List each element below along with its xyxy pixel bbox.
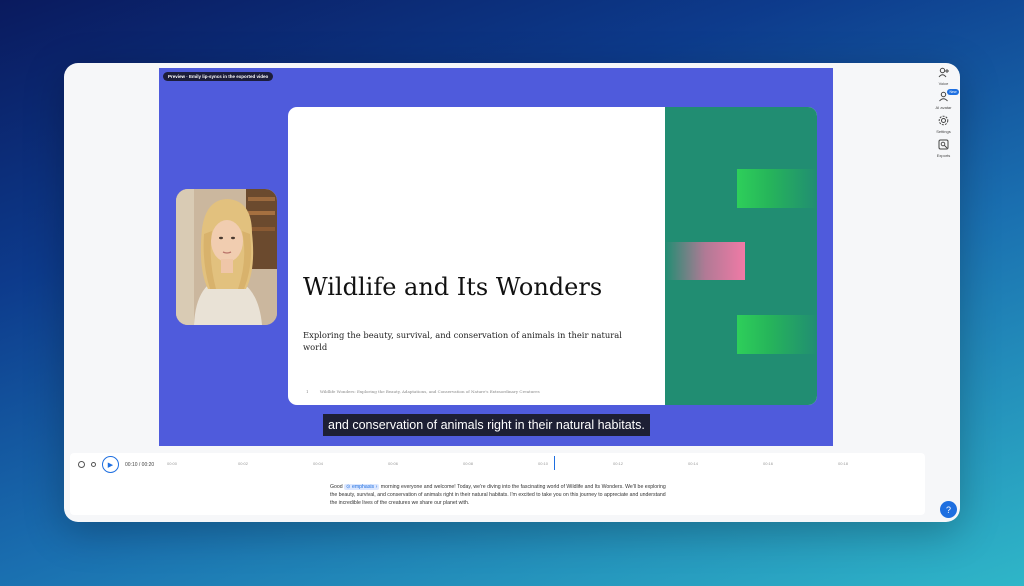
exports-label: Exports (936, 153, 951, 158)
slide-footer-text: Wildlife Wonders: Exploring the Beauty, … (319, 389, 540, 394)
presentation-slide[interactable]: Wildlife and Its Wonders Exploring the b… (288, 107, 817, 405)
clock-icon[interactable] (78, 461, 85, 468)
play-button[interactable]: ▶ (102, 456, 119, 473)
help-button[interactable]: ? (940, 501, 957, 518)
ai-avatar-label: AI avatar (935, 105, 952, 110)
editor-window: Preview · Emily lip-syncs in the exporte… (64, 63, 960, 522)
subtitle-caption: and conservation of animals right in the… (323, 414, 650, 436)
slide-number: 1 (306, 389, 309, 394)
timeline-tick: 00:06 (388, 461, 399, 466)
timeline-tick: 00:12 (613, 461, 624, 466)
ai-avatar-button[interactable]: New AI avatar (935, 89, 959, 110)
slide-decoration (665, 107, 817, 405)
preview-badge: Preview · Emily lip-syncs in the exporte… (163, 72, 274, 81)
timeline-tick: 00:00 (167, 461, 178, 466)
gear-icon (938, 115, 949, 126)
voice-icon (938, 67, 949, 78)
timeline-tick: 00:14 (688, 461, 699, 466)
timeline-tick: 00:10 (538, 461, 549, 466)
timeline-tick: 00:18 (838, 461, 849, 466)
timeline-tick: 00:16 (763, 461, 774, 466)
green-bar-top (737, 169, 817, 208)
exports-button[interactable]: Exports (936, 139, 951, 158)
pink-bar-middle (665, 242, 745, 280)
playback-controls: ▶ 00:10 / 00:20 (78, 456, 154, 473)
time-display: 00:10 / 00:20 (125, 461, 155, 468)
right-toolbar: Voice New AI avatar Settings Exports (931, 67, 959, 158)
voice-label: Voice (938, 81, 949, 86)
emphasis-tag[interactable]: ⊙ emphasis › (344, 484, 380, 490)
export-icon (938, 139, 949, 150)
playhead[interactable] (554, 456, 555, 470)
timeline-tick: 00:02 (238, 461, 249, 466)
voice-button[interactable]: Voice (938, 67, 949, 86)
help-icon: ? (945, 504, 951, 515)
green-bar-bottom (737, 315, 817, 354)
script-text-start: Good (330, 484, 343, 490)
slide-subtitle: Exploring the beauty, survival, and cons… (303, 330, 622, 352)
settings-label: Settings (936, 129, 951, 134)
script-editor[interactable]: Good ⊙ emphasis › morning everyone and w… (330, 483, 670, 508)
video-preview[interactable]: Preview · Emily lip-syncs in the exporte… (159, 68, 833, 446)
avatar-video[interactable] (176, 189, 277, 325)
timeline-tick: 00:04 (313, 461, 324, 466)
script-text-rest: morning everyone and welcome! Today, we'… (330, 484, 666, 507)
new-badge: New (947, 89, 959, 95)
timeline-ruler[interactable]: 00:00 00:02 00:04 00:06 00:08 00:10 00:1… (167, 461, 887, 469)
play-icon: ▶ (107, 461, 114, 469)
emphasis-label: emphasis (351, 484, 375, 490)
record-icon[interactable] (91, 462, 96, 467)
settings-button[interactable]: Settings (936, 115, 951, 134)
avatar-image (176, 189, 277, 325)
timeline-tick: 00:08 (463, 461, 474, 466)
timeline-panel: ▶ 00:10 / 00:20 00:00 00:02 00:04 00:06 … (70, 453, 925, 515)
slide-footer: 1 Wildlife Wonders: Exploring the Beauty… (306, 389, 540, 394)
slide-title: Wildlife and Its Wonders (303, 273, 603, 301)
